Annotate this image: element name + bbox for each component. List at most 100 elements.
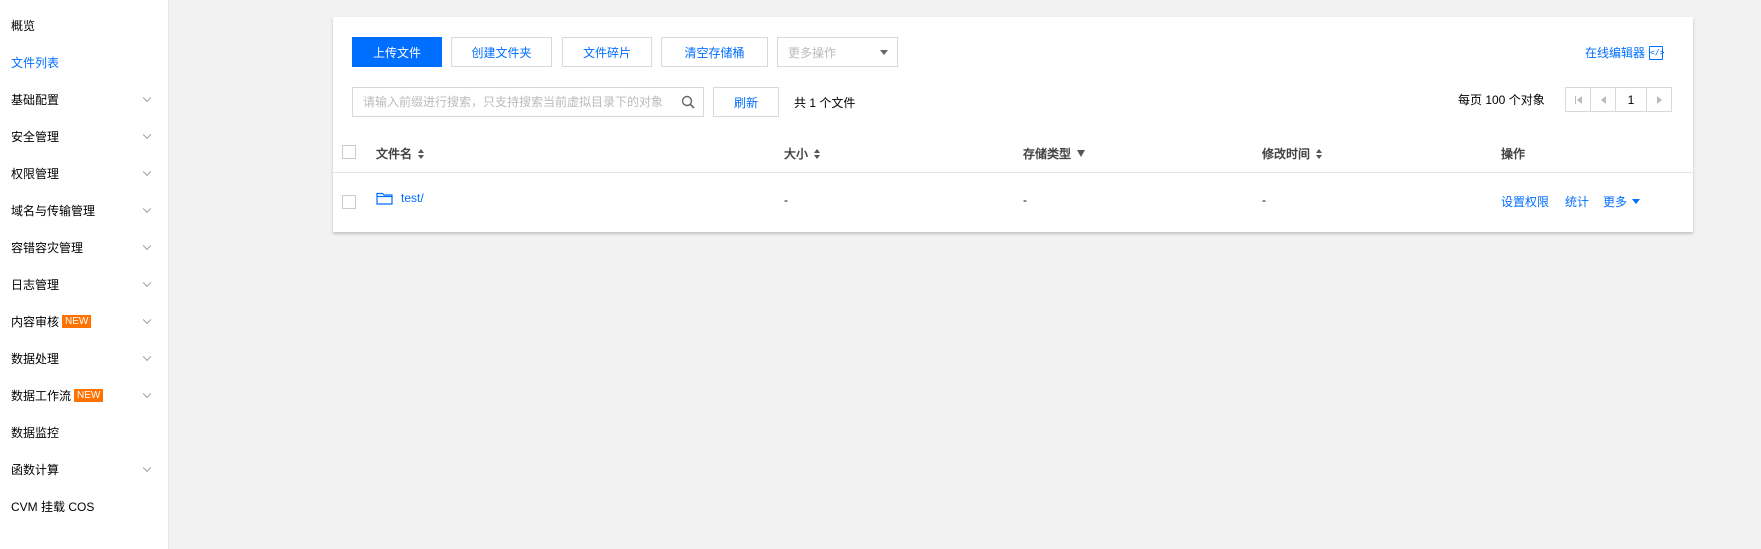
header-label: 文件名 [376, 147, 413, 161]
sidebar-item-logs[interactable]: 日志管理 [0, 265, 168, 303]
sidebar-item-label: 概览 [11, 18, 36, 33]
first-page-bar [1574, 95, 1576, 104]
caret-down-icon [880, 50, 888, 55]
cell-size: - [784, 193, 788, 207]
chevron-down-icon [142, 241, 152, 251]
pagination: 1 [1565, 87, 1672, 112]
select-placeholder: 更多操作 [788, 45, 837, 60]
sidebar-item-label: 数据处理 [11, 351, 60, 366]
search-box [352, 87, 704, 117]
chevron-down-icon [142, 463, 152, 473]
sidebar-item-label: CVM 挂载 COS [11, 499, 95, 514]
folder-icon [376, 192, 393, 205]
sidebar-item-label: 安全管理 [11, 129, 60, 144]
header-label: 大小 [784, 147, 809, 161]
search-input[interactable] [353, 88, 673, 116]
sidebar-item-data-monitoring[interactable]: 数据监控 [0, 413, 168, 451]
first-page-button[interactable] [1566, 88, 1591, 111]
cell-storage-class: - [1023, 193, 1027, 207]
header-modified-time[interactable]: 修改时间 [1262, 145, 1323, 162]
chevron-down-icon [142, 204, 152, 214]
upload-file-button[interactable]: 上传文件 [352, 37, 442, 67]
more-actions-select[interactable]: 更多操作 [777, 37, 898, 67]
button-label: 清空存储桶 [684, 45, 745, 60]
sidebar-item-data-workflow[interactable]: 数据工作流 NEW [0, 376, 168, 414]
clear-bucket-button[interactable]: 清空存储桶 [661, 37, 768, 67]
chevron-down-icon [142, 352, 152, 362]
chevron-down-icon [142, 389, 152, 399]
header-label: 操作 [1501, 147, 1526, 161]
more-dropdown[interactable]: 更多 [1603, 193, 1641, 210]
sidebar-item-label: 容错容灾管理 [11, 240, 84, 255]
header-storage-class[interactable]: 存储类型 [1023, 145, 1086, 162]
table-divider [333, 172, 1693, 173]
sidebar: 概览 文件列表 基础配置 安全管理 权限管理 域名与传输管理 容错容灾管理 日志… [0, 0, 169, 549]
row-checkbox[interactable] [342, 195, 356, 209]
new-badge: NEW [62, 314, 92, 328]
sidebar-item-security[interactable]: 安全管理 [0, 117, 168, 155]
sidebar-item-basic-config[interactable]: 基础配置 [0, 80, 168, 118]
sidebar-item-domain-transfer[interactable]: 域名与传输管理 [0, 191, 168, 229]
new-badge: NEW [74, 388, 104, 402]
cell-modified-time: - [1262, 193, 1266, 207]
sidebar-item-label: 权限管理 [11, 166, 60, 181]
more-label: 更多 [1603, 195, 1628, 209]
button-label: 文件碎片 [582, 45, 631, 60]
chevron-down-icon [142, 130, 152, 140]
sidebar-item-data-processing[interactable]: 数据处理 [0, 339, 168, 377]
sidebar-item-label: 函数计算 [11, 462, 60, 477]
code-editor-icon: </> [1649, 45, 1664, 60]
next-page-icon [1656, 95, 1662, 104]
sidebar-item-file-list[interactable]: 文件列表 [0, 43, 168, 81]
caret-down-icon [1632, 199, 1641, 204]
sort-icon [814, 148, 821, 159]
sidebar-item-label: 数据工作流 [11, 388, 72, 403]
chevron-down-icon [142, 167, 152, 177]
folder-name: test/ [401, 191, 424, 205]
file-list-panel: 上传文件 创建文件夹 文件碎片 清空存储桶 更多操作 在线编辑器 </> 刷新 … [333, 17, 1693, 232]
header-actions: 操作 [1501, 145, 1525, 162]
sidebar-item-label: 文件列表 [11, 55, 60, 70]
filter-icon [1077, 150, 1086, 157]
online-editor-link[interactable]: 在线编辑器 </> [1584, 44, 1664, 61]
header-label: 修改时间 [1262, 147, 1311, 161]
sidebar-item-functions[interactable]: 函数计算 [0, 450, 168, 488]
search-icon[interactable] [681, 95, 695, 109]
first-page-icon [1576, 95, 1582, 104]
create-folder-button[interactable]: 创建文件夹 [451, 37, 552, 67]
select-all-checkbox[interactable] [342, 145, 356, 159]
button-label: 创建文件夹 [471, 45, 532, 60]
refresh-button[interactable]: 刷新 [713, 87, 779, 117]
chevron-down-icon [142, 278, 152, 288]
chevron-down-icon [142, 315, 152, 325]
chevron-down-icon [142, 93, 152, 103]
sidebar-item-disaster-recovery[interactable]: 容错容灾管理 [0, 228, 168, 266]
sidebar-item-cvm-mount[interactable]: CVM 挂载 COS [0, 487, 168, 525]
file-fragments-button[interactable]: 文件碎片 [562, 37, 652, 67]
file-count: 共 1 个文件 [794, 96, 856, 110]
header-file-name[interactable]: 文件名 [376, 145, 425, 162]
prev-page-icon [1600, 95, 1606, 104]
stats-link[interactable]: 统计 [1565, 193, 1589, 210]
sidebar-item-label: 数据监控 [11, 425, 60, 440]
sidebar-item-label: 基础配置 [11, 92, 60, 107]
header-size[interactable]: 大小 [784, 145, 821, 162]
next-page-button[interactable] [1647, 88, 1671, 111]
prev-page-button[interactable] [1591, 88, 1616, 111]
sidebar-item-label: 域名与传输管理 [11, 203, 96, 218]
online-editor-label: 在线编辑器 [1584, 46, 1645, 60]
sort-icon [418, 148, 425, 159]
sidebar-item-permissions[interactable]: 权限管理 [0, 154, 168, 192]
set-permissions-link[interactable]: 设置权限 [1501, 193, 1549, 210]
sidebar-item-overview[interactable]: 概览 [0, 6, 168, 44]
header-label: 存储类型 [1023, 147, 1072, 161]
sort-icon [1316, 148, 1323, 159]
button-label: 上传文件 [372, 45, 421, 60]
sidebar-item-content-review[interactable]: 内容审核 NEW [0, 302, 168, 340]
sidebar-item-label: 日志管理 [11, 277, 60, 292]
per-page-text: 每页 100 个对象 [1458, 93, 1545, 107]
folder-link[interactable]: test/ [376, 191, 424, 205]
button-label: 刷新 [733, 95, 758, 110]
sidebar-item-label: 内容审核 [11, 314, 60, 329]
current-page-input[interactable]: 1 [1616, 88, 1647, 111]
